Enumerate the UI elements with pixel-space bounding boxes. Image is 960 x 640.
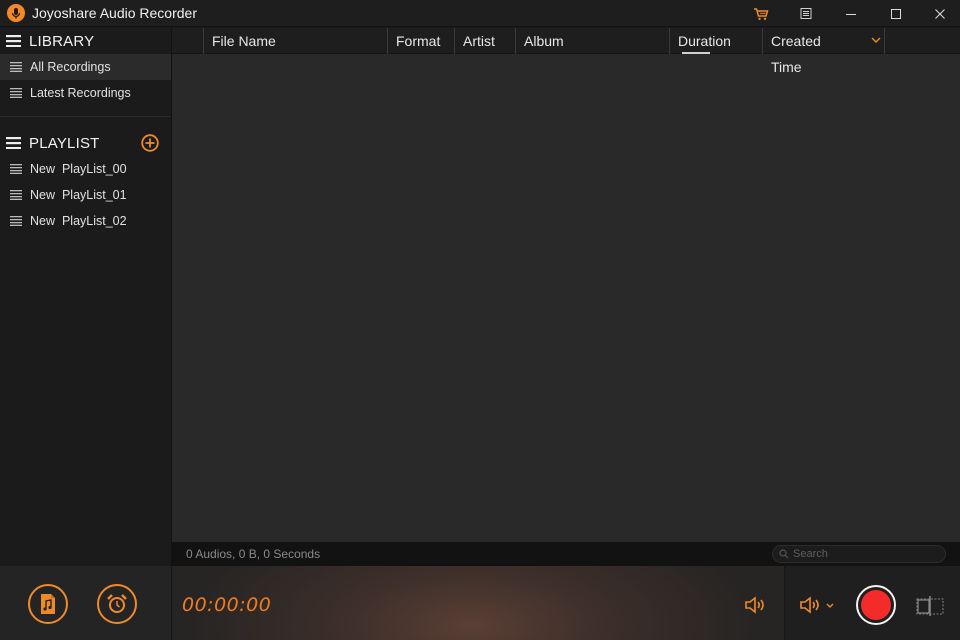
task-scheduler-button[interactable] — [97, 584, 137, 624]
bottom-bar: 00:00:00 — [0, 566, 960, 640]
sidebar-item-label: Latest Recordings — [30, 86, 131, 100]
list-icon — [10, 164, 22, 174]
record-button[interactable] — [856, 585, 896, 625]
library-header[interactable]: LIBRARY — [0, 28, 171, 54]
playlist-header[interactable]: PLAYLIST — [0, 130, 171, 156]
recording-timer: 00:00:00 — [182, 594, 272, 616]
sidebar-item-playlist-02[interactable]: New PlayList_02 — [0, 208, 171, 234]
duration-sort-indicator — [682, 52, 710, 54]
menu-icon[interactable] — [786, 0, 826, 27]
sidebar-item-playlist-01[interactable]: New PlayList_01 — [0, 182, 171, 208]
column-created-time[interactable]: Created Time — [762, 28, 850, 75]
cart-icon[interactable] — [741, 0, 781, 27]
sidebar-item-latest-recordings[interactable]: Latest Recordings — [0, 80, 171, 106]
search-box[interactable] — [772, 545, 946, 563]
alarm-clock-icon — [107, 594, 127, 613]
app-title: Joyoshare Audio Recorder — [32, 5, 197, 21]
title-bar: Joyoshare Audio Recorder — [0, 0, 960, 27]
list-icon — [10, 88, 22, 98]
sidebar: LIBRARY All Recordings Latest Recordings… — [0, 28, 172, 566]
search-icon — [779, 549, 789, 559]
status-summary: 0 Audios, 0 B, 0 Seconds — [186, 547, 321, 561]
record-controls — [784, 566, 960, 640]
record-dot-icon — [861, 590, 891, 620]
system-audio-dropdown[interactable] — [799, 595, 839, 615]
minimize-button[interactable] — [831, 0, 871, 27]
audio-format-button[interactable] — [28, 584, 68, 624]
sidebar-item-label: New PlayList_01 — [30, 188, 127, 202]
column-duration[interactable]: Duration — [669, 28, 762, 54]
search-input[interactable] — [793, 548, 933, 560]
column-file-name[interactable]: File Name — [203, 28, 387, 54]
column-album[interactable]: Album — [515, 28, 669, 54]
column-artist[interactable]: Artist — [454, 28, 515, 54]
maximize-button[interactable] — [876, 0, 916, 27]
recordings-panel: File Name Format Artist Album Duration C… — [172, 28, 960, 566]
column-format[interactable]: Format — [387, 28, 455, 54]
player-area: 00:00:00 — [172, 566, 784, 640]
sidebar-item-label: All Recordings — [30, 60, 111, 74]
add-playlist-button[interactable] — [141, 134, 159, 152]
app-logo-icon — [7, 4, 25, 22]
sidebar-item-playlist-00[interactable]: New PlayList_00 — [0, 156, 171, 182]
bottom-tools — [0, 566, 172, 640]
sort-chevron-down-icon[interactable] — [871, 37, 881, 43]
hamburger-icon — [6, 137, 21, 149]
speaker-icon[interactable] — [744, 596, 766, 614]
list-icon — [10, 62, 22, 72]
music-file-icon — [41, 594, 55, 614]
table-header: File Name Format Artist Album Duration C… — [172, 28, 960, 75]
hamburger-icon — [6, 35, 21, 47]
sidebar-item-all-recordings[interactable]: All Recordings — [0, 54, 171, 80]
sidebar-item-label: New PlayList_02 — [30, 214, 127, 228]
list-icon — [10, 190, 22, 200]
close-button[interactable] — [920, 0, 960, 27]
status-bar: 0 Audios, 0 B, 0 Seconds — [172, 542, 960, 566]
split-view-icon[interactable] — [915, 596, 945, 616]
sidebar-item-label: New PlayList_00 — [30, 162, 127, 176]
playlist-label: PLAYLIST — [29, 134, 100, 152]
library-label: LIBRARY — [29, 32, 95, 50]
list-icon — [10, 216, 22, 226]
